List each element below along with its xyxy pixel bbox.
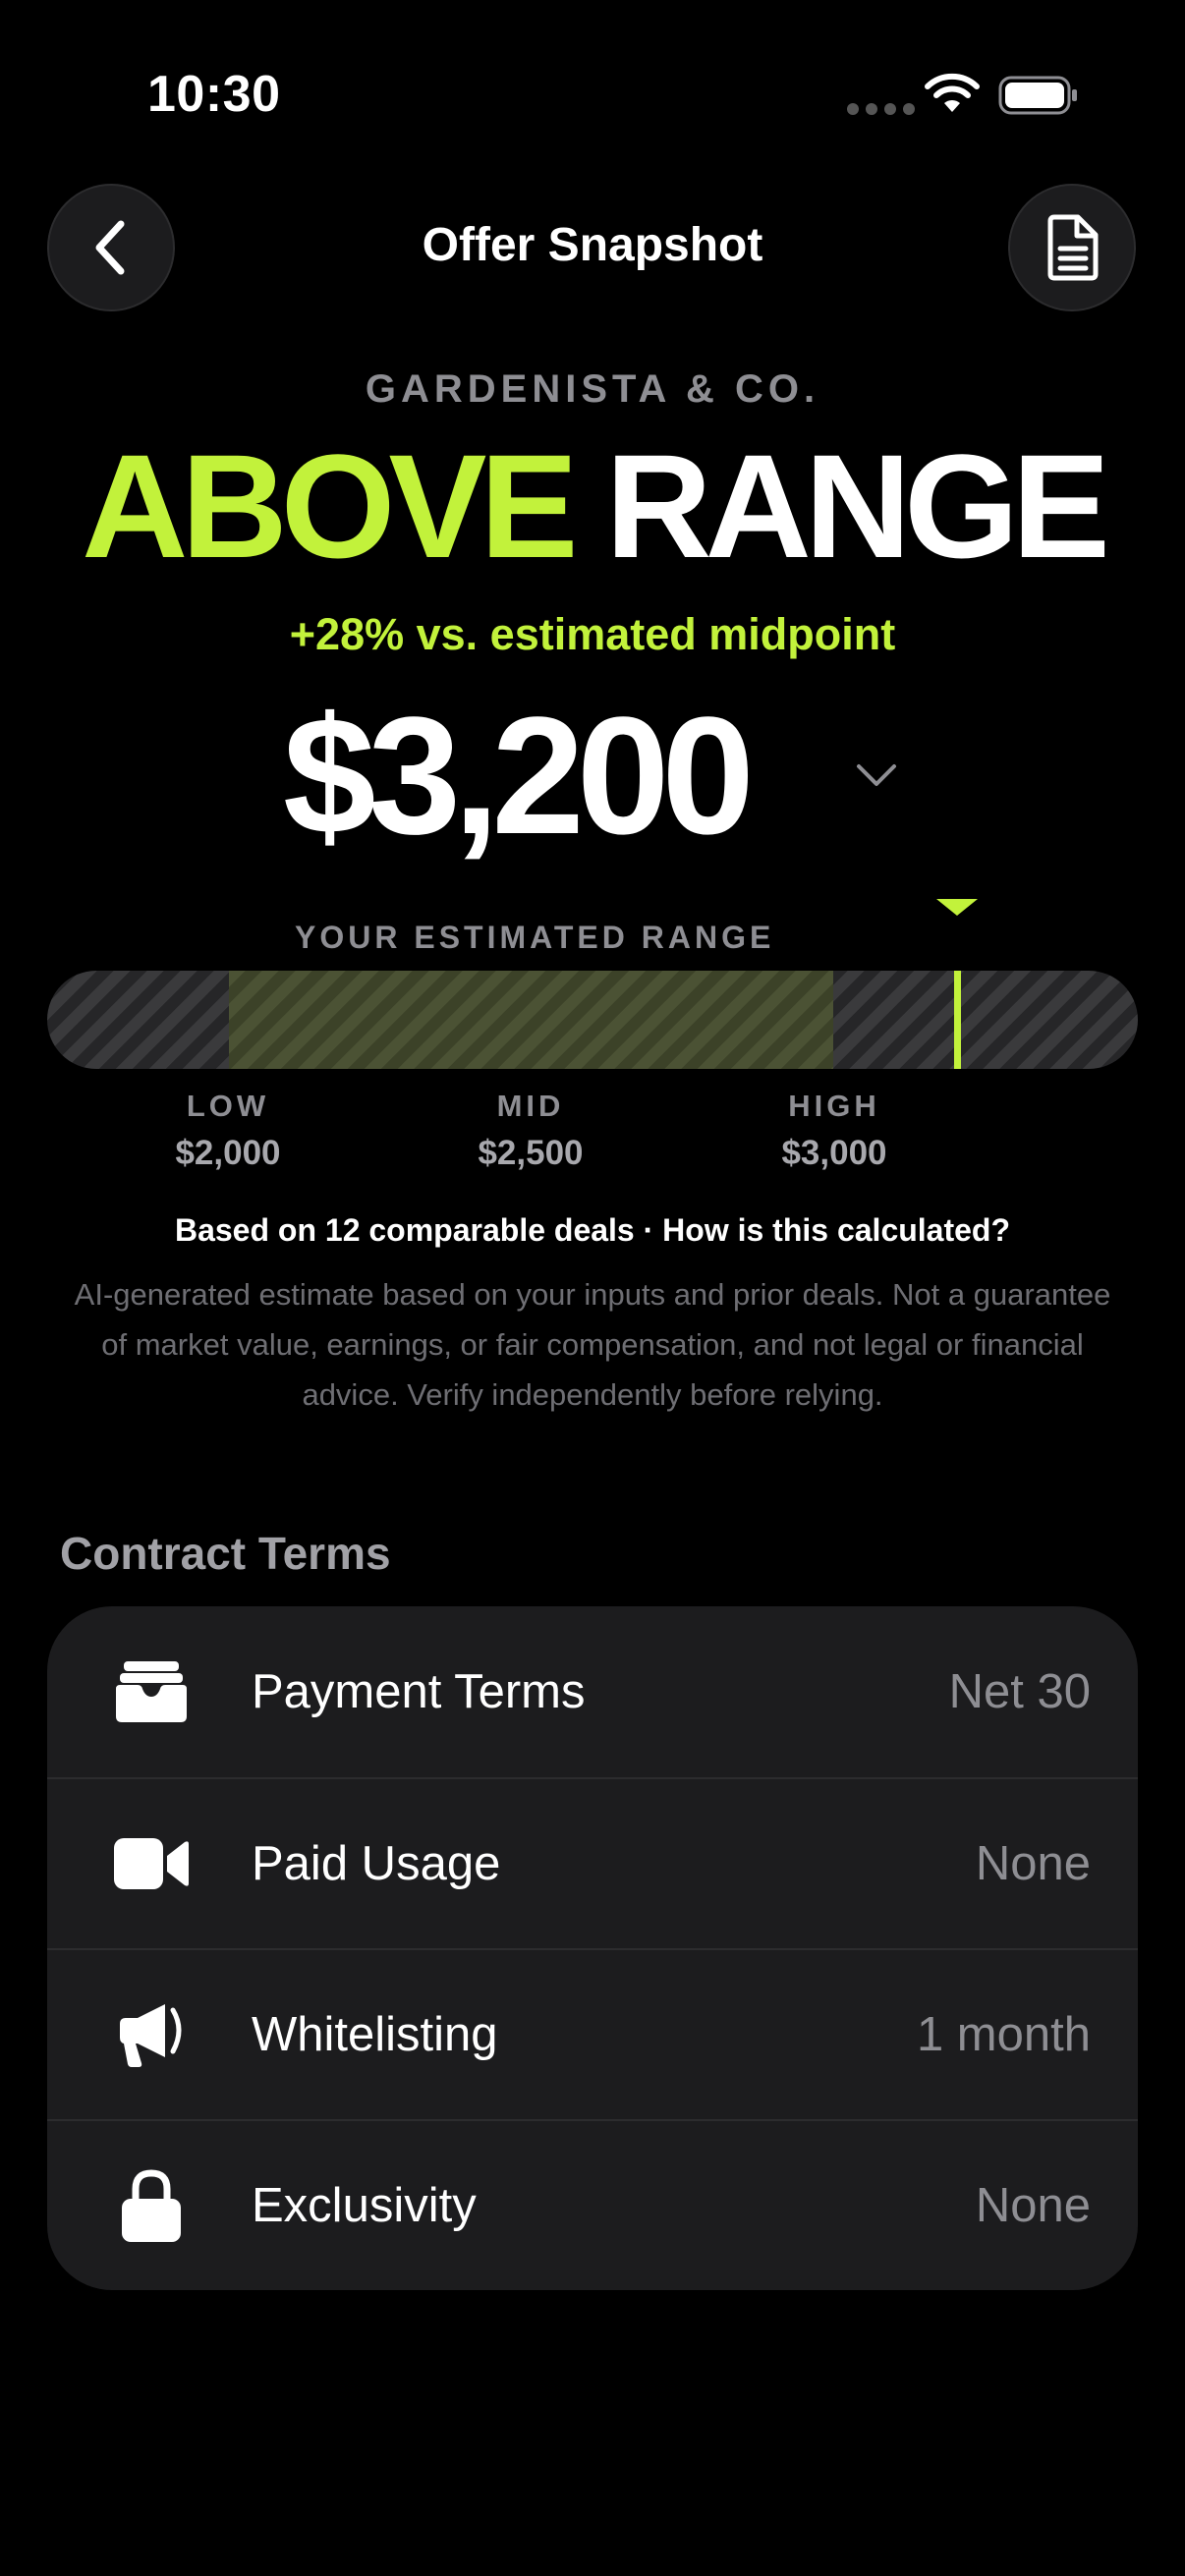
offer-marker-pointer <box>936 899 978 916</box>
offer-snapshot-screen: 10:30 Offer Snapshot GARDENISTA & CO. AB… <box>0 0 1185 2576</box>
contract-terms-title: Contract Terms <box>60 1528 391 1579</box>
megaphone-icon <box>120 2004 182 2067</box>
range-high-value: $3,000 <box>781 1134 887 1172</box>
term-label: Paid Usage <box>252 1837 501 1890</box>
range-low-label: LOW <box>186 1089 270 1123</box>
term-value: None <box>975 2179 1091 2232</box>
range-label: YOUR ESTIMATED RANGE <box>295 920 775 955</box>
offer-marker-line <box>954 971 961 1069</box>
status-time: 10:30 <box>147 66 281 123</box>
chevron-down-icon[interactable] <box>855 760 898 790</box>
term-row-payment-terms[interactable]: Payment Terms Net 30 <box>47 1606 1138 1777</box>
ai-disclaimer: AI-generated estimate based on your inpu… <box>74 1277 1111 1412</box>
term-row-exclusivity[interactable]: Exclusivity None <box>47 2119 1138 2290</box>
term-label: Exclusivity <box>252 2179 477 2232</box>
video-camera-icon <box>114 1838 189 1889</box>
range-mid: MID $2,500 <box>432 1089 629 1173</box>
term-value: 1 month <box>916 2008 1091 2061</box>
calculation-link[interactable]: Based on 12 comparable deals · How is th… <box>0 1212 1185 1249</box>
status-rest-word: RANGE <box>605 423 1110 588</box>
range-mid-value: $2,500 <box>478 1134 584 1172</box>
contract-terms-card: Payment Terms Net 30 Paid Usage None Whi… <box>47 1606 1138 2290</box>
term-row-paid-usage[interactable]: Paid Usage None <box>47 1777 1138 1948</box>
term-row-whitelisting[interactable]: Whitelisting 1 month <box>47 1948 1138 2119</box>
range-high: HIGH $3,000 <box>736 1089 932 1173</box>
term-label: Payment Terms <box>252 1665 586 1718</box>
range-low-value: $2,000 <box>175 1134 281 1172</box>
estimated-range-fill <box>229 971 833 1069</box>
range-mid-label: MID <box>496 1089 565 1123</box>
cellular-signal-icon <box>847 103 915 115</box>
battery-icon <box>998 76 1077 115</box>
range-low: LOW $2,000 <box>130 1089 326 1173</box>
midpoint-delta: +28% vs. estimated midpoint <box>289 609 896 659</box>
wifi-icon <box>925 73 980 112</box>
offer-amount: $3,200 <box>283 683 755 869</box>
document-icon <box>1047 214 1099 281</box>
range-bar <box>47 971 1138 1069</box>
term-value: None <box>975 1837 1091 1890</box>
range-high-label: HIGH <box>788 1089 880 1123</box>
offer-status-headline: ABOVE RANGE <box>0 432 1185 580</box>
wallet-icon <box>116 1661 187 1722</box>
document-button[interactable] <box>1008 184 1136 311</box>
term-value: Net 30 <box>948 1665 1091 1718</box>
status-accent-word: ABOVE <box>82 423 578 588</box>
brand-name: GARDENISTA & CO. <box>365 367 820 411</box>
term-label: Whitelisting <box>252 2008 498 2061</box>
lock-icon <box>122 2169 181 2242</box>
